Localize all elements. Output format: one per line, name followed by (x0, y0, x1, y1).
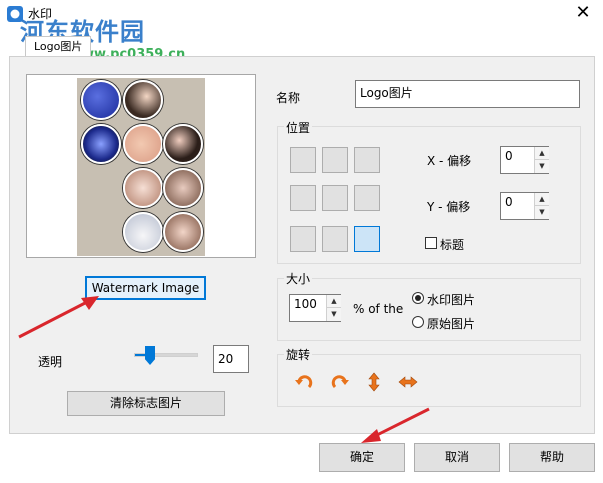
y-offset-up-icon[interactable]: ▲ (535, 193, 549, 206)
collage-circle (81, 124, 121, 164)
size-up-icon[interactable]: ▲ (327, 295, 341, 308)
image-preview (26, 74, 256, 258)
size-option-watermark-label: 水印图片 (427, 293, 476, 307)
y-offset-label: Y - 偏移 (427, 200, 471, 214)
position-cell-top-center[interactable] (322, 147, 348, 173)
collage-circle (163, 168, 203, 208)
size-value: 100 (294, 297, 317, 311)
help-button[interactable]: 帮助 (509, 443, 595, 472)
transparency-value-field[interactable]: 20 (213, 345, 249, 373)
x-offset-spinner[interactable]: 0 ▲ ▼ (500, 146, 549, 174)
tab-logo-image[interactable]: Logo图片 (25, 36, 92, 56)
position-cell-bottom-right[interactable] (354, 226, 380, 252)
collage-circle (163, 124, 203, 164)
collage-circle (123, 80, 163, 120)
position-cell-middle-center[interactable] (322, 185, 348, 211)
collage-circle (163, 212, 203, 252)
close-button[interactable]: ✕ (571, 2, 595, 24)
position-cell-middle-left[interactable] (290, 185, 316, 211)
flip-vertical-icon[interactable] (364, 372, 384, 392)
y-offset-arrows: ▲ ▼ (534, 193, 549, 219)
size-option-original-radio[interactable] (412, 316, 424, 328)
transparency-label: 透明 (38, 355, 63, 369)
x-offset-label: X - 偏移 (427, 154, 472, 168)
y-offset-spinner[interactable]: 0 ▲ ▼ (500, 192, 549, 220)
collage-circle (123, 212, 163, 252)
size-of-the-label: % of the (353, 302, 404, 316)
flip-horizontal-icon[interactable] (398, 372, 418, 392)
rotate-group-title: 旋转 (284, 346, 313, 363)
position-cell-bottom-left[interactable] (290, 226, 316, 252)
transparency-slider-track[interactable] (134, 353, 198, 357)
rotate-group (277, 354, 581, 407)
size-group-title: 大小 (284, 270, 313, 287)
x-offset-down-icon[interactable]: ▼ (535, 160, 549, 173)
y-offset-down-icon[interactable]: ▼ (535, 206, 549, 219)
watermark-image-button[interactable]: Watermark Image (85, 276, 206, 300)
x-offset-arrows: ▲ ▼ (534, 147, 549, 173)
collage-circle (123, 168, 163, 208)
collage-circle (81, 80, 121, 120)
position-cell-bottom-center[interactable] (322, 226, 348, 252)
preview-photo (77, 78, 205, 256)
position-cell-top-right[interactable] (354, 147, 380, 173)
name-label: 名称 (276, 91, 301, 105)
name-input[interactable]: Logo图片 (355, 80, 580, 108)
x-offset-value: 0 (505, 149, 513, 163)
size-arrows: ▲ ▼ (326, 295, 341, 321)
y-offset-value: 0 (505, 195, 513, 209)
rotate-left-icon[interactable] (294, 372, 314, 392)
ok-button[interactable]: 确定 (319, 443, 405, 472)
cancel-button[interactable]: 取消 (414, 443, 500, 472)
title-checkbox[interactable] (425, 237, 437, 249)
size-spinner[interactable]: 100 ▲ ▼ (289, 294, 341, 322)
position-cell-middle-right[interactable] (354, 185, 380, 211)
rotate-right-icon[interactable] (330, 372, 350, 392)
title-checkbox-label: 标题 (440, 238, 465, 252)
collage-circle (123, 124, 163, 164)
size-down-icon[interactable]: ▼ (327, 308, 341, 321)
x-offset-up-icon[interactable]: ▲ (535, 147, 549, 160)
position-group-title: 位置 (284, 119, 313, 136)
size-option-original-label: 原始图片 (427, 317, 476, 331)
position-cell-top-left[interactable] (290, 147, 316, 173)
clear-logo-button[interactable]: 清除标志图片 (67, 391, 225, 416)
size-option-watermark-radio[interactable] (412, 292, 424, 304)
